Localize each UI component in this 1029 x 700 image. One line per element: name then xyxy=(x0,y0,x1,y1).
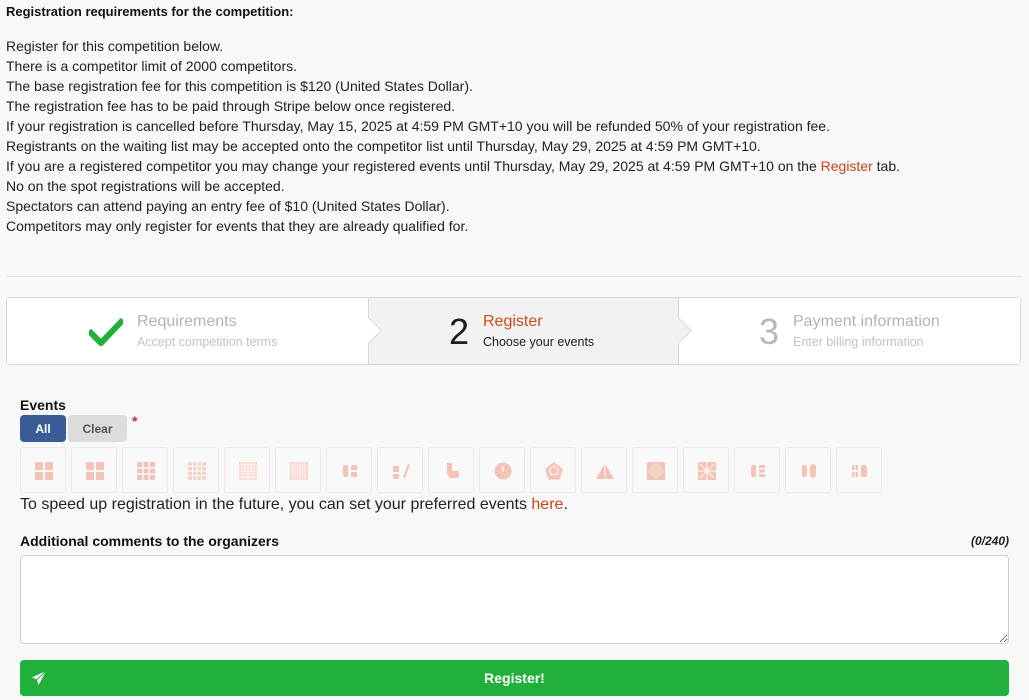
change-events-suffix: tab. xyxy=(872,158,901,174)
event-minx-checkbox[interactable] xyxy=(530,447,576,493)
step-description: Choose your events xyxy=(483,335,595,349)
step-number: 3 xyxy=(759,311,780,352)
register-button[interactable]: Register! xyxy=(20,660,1009,696)
event-222-icon xyxy=(35,462,53,480)
step-requirements[interactable]: Requirements Accept competition terms xyxy=(7,298,382,364)
clear-events-button[interactable]: Clear xyxy=(68,415,127,442)
events-label: Events xyxy=(20,397,66,413)
event-444-checkbox[interactable] xyxy=(122,447,168,493)
event-sq1-checkbox[interactable] xyxy=(683,447,729,493)
step-description: Enter billing information xyxy=(793,335,924,349)
event-skewb-icon xyxy=(647,462,665,480)
event-333fm-icon xyxy=(393,464,410,479)
preferred-events-suffix: . xyxy=(563,496,568,513)
paper-plane-icon xyxy=(32,670,47,685)
registration-page: Registration requirements for the compet… xyxy=(0,0,1029,700)
event-sq1-icon xyxy=(698,462,716,480)
event-skewb-checkbox[interactable] xyxy=(632,447,678,493)
requirement-line: There is a competitor limit of 2000 comp… xyxy=(6,58,298,74)
event-333oh-checkbox[interactable] xyxy=(428,447,474,493)
requirement-line: Register for this competition below. xyxy=(6,38,224,54)
requirements-list: Register for this competition below. The… xyxy=(6,36,900,236)
requirements-title: Registration requirements for the compet… xyxy=(6,4,294,19)
event-333bf-icon xyxy=(343,465,357,477)
step-title: Register xyxy=(483,313,543,330)
step-description: Accept competition terms xyxy=(137,335,278,349)
event-pyram-icon xyxy=(596,463,614,479)
register-tab-link[interactable]: Register xyxy=(821,158,873,174)
event-666-icon xyxy=(239,462,257,480)
step-title: Payment information xyxy=(793,313,940,330)
required-marker: * xyxy=(132,413,138,429)
checkmark-icon xyxy=(89,318,123,346)
event-333mbf-checkbox[interactable] xyxy=(836,447,882,493)
comments-label: Additional comments to the organizers xyxy=(20,533,280,549)
step-payment: 3 Payment information Enter billing info… xyxy=(678,298,1020,364)
event-555bf-icon xyxy=(802,464,816,478)
event-333fm-checkbox[interactable] xyxy=(377,447,423,493)
requirement-line: The base registration fee for this compe… xyxy=(6,78,473,94)
requirement-line-change-events: If you are a registered competitor you m… xyxy=(6,156,900,176)
requirement-line: Spectators can attend paying an entry fe… xyxy=(6,198,450,214)
preferred-events-link[interactable]: here xyxy=(531,496,563,513)
change-events-text: If you are a registered competitor you m… xyxy=(6,158,821,174)
event-444bf-checkbox[interactable] xyxy=(734,447,780,493)
requirement-line: Registrants on the waiting list may be a… xyxy=(6,138,761,154)
event-444-icon xyxy=(137,462,155,480)
event-minx-icon xyxy=(545,462,563,480)
event-666-checkbox[interactable] xyxy=(224,447,270,493)
step-register[interactable]: 2 Register Choose your events xyxy=(368,298,692,364)
requirement-line: No on the spot registrations will be acc… xyxy=(6,178,285,194)
registration-steps: Requirements Accept competition terms 2 … xyxy=(6,297,1021,365)
event-777-checkbox[interactable] xyxy=(275,447,321,493)
step-number: 2 xyxy=(449,311,470,352)
requirement-line: If your registration is cancelled before… xyxy=(6,118,830,134)
event-clock-icon xyxy=(494,462,512,480)
register-button-label: Register! xyxy=(484,670,545,686)
requirement-line: Competitors may only register for events… xyxy=(6,218,469,234)
event-333-checkbox[interactable] xyxy=(71,447,117,493)
preferred-events-text: To speed up registration in the future, … xyxy=(20,496,532,513)
event-222-checkbox[interactable] xyxy=(20,447,66,493)
event-pyram-checkbox[interactable] xyxy=(581,447,627,493)
event-555-icon xyxy=(188,462,206,480)
select-all-events-button[interactable]: All xyxy=(20,415,66,442)
event-777-icon xyxy=(290,462,308,480)
event-333mbf-icon xyxy=(852,462,867,480)
event-clock-checkbox[interactable] xyxy=(479,447,525,493)
event-555-checkbox[interactable] xyxy=(173,447,219,493)
preferred-events-note: To speed up registration in the future, … xyxy=(20,495,568,515)
step-title: Requirements xyxy=(137,313,237,330)
event-333bf-checkbox[interactable] xyxy=(326,447,372,493)
requirement-line: The registration fee has to be paid thro… xyxy=(6,98,456,114)
event-444bf-icon xyxy=(751,465,765,477)
comments-textarea[interactable] xyxy=(20,555,1009,644)
event-333oh-icon xyxy=(447,463,459,478)
event-333-icon xyxy=(86,462,104,480)
section-divider xyxy=(6,276,1022,277)
character-counter: (0/240) xyxy=(970,534,1009,548)
event-555bf-checkbox[interactable] xyxy=(785,447,831,493)
